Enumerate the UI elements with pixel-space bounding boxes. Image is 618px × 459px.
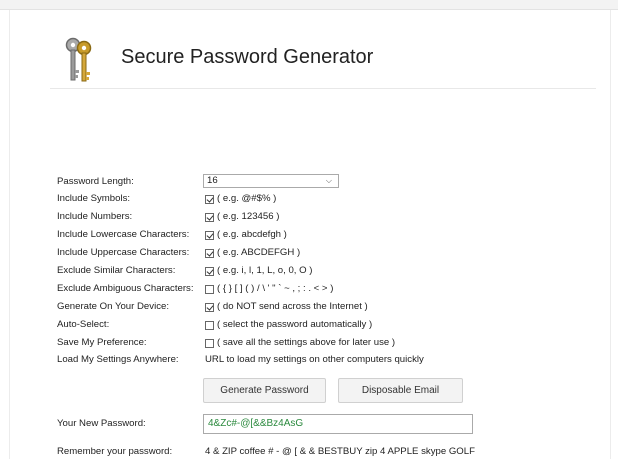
include-uppercase-hint: ( e.g. ABCDEFGH ) [217,247,301,258]
exclude-ambiguous-checkbox[interactable] [205,284,214,294]
page-title: Secure Password Generator [121,46,374,68]
new-password-field[interactable]: 4&Zc#-@[&&Bz4AsG [203,414,473,434]
exclude-similar-checkbox[interactable] [205,266,214,276]
password-length-label: Password Length: [57,176,134,187]
include-numbers-checkbox[interactable] [205,212,214,222]
keys-icon [62,36,98,84]
auto-select-label: Auto-Select: [57,319,110,330]
exclude-ambiguous-option: ( { } [ ] ( ) / \ ' " ` ~ , ; : . < > ) [205,282,333,296]
exclude-similar-hint: ( e.g. i, l, 1, L, o, 0, O ) [217,265,313,276]
save-preference-checkbox[interactable] [205,338,214,348]
chevron-down-icon: ⌵ [325,176,332,185]
load-settings-label: Load My Settings Anywhere: [57,354,179,365]
include-uppercase-label: Include Uppercase Characters: [57,247,190,258]
exclude-ambiguous-label: Exclude Ambiguous Characters: [57,283,194,294]
auto-select-option: ( select the password automatically ) [205,318,372,332]
include-lowercase-checkbox[interactable] [205,230,214,240]
include-numbers-option: ( e.g. 123456 ) [205,210,279,224]
generate-on-device-hint: ( do NOT send across the Internet ) [217,301,368,312]
generate-on-device-option: ( do NOT send across the Internet ) [205,300,368,314]
top-border [0,0,618,10]
include-uppercase-option: ( e.g. ABCDEFGH ) [205,246,300,260]
load-settings-link[interactable]: URL to load my settings on other compute… [205,353,424,367]
auto-select-hint: ( select the password automatically ) [217,319,373,330]
exclude-similar-label: Exclude Similar Characters: [57,265,176,276]
include-symbols-hint: ( e.g. @#$% ) [217,193,277,204]
generate-on-device-checkbox[interactable] [205,302,214,312]
auto-select-checkbox[interactable] [205,320,214,330]
include-lowercase-option: ( e.g. abcdefgh ) [205,228,287,242]
include-lowercase-label: Include Lowercase Characters: [57,229,190,240]
include-numbers-hint: ( e.g. 123456 ) [217,211,280,222]
password-length-select[interactable]: 16 ⌵ [203,174,339,188]
disposable-email-button[interactable]: Disposable Email [338,378,463,403]
save-preference-option: ( save all the settings above for later … [205,336,395,350]
include-numbers-label: Include Numbers: [57,211,133,222]
generate-password-button[interactable]: Generate Password [203,378,326,403]
page-header: Secure Password Generator [50,28,596,89]
include-symbols-option: ( e.g. @#$% ) [205,192,276,206]
include-uppercase-checkbox[interactable] [205,248,214,258]
save-preference-label: Save My Preference: [57,337,147,348]
save-preference-hint: ( save all the settings above for later … [217,337,396,348]
include-symbols-checkbox[interactable] [205,194,214,204]
generate-on-device-label: Generate On Your Device: [57,301,169,312]
remember-password-phrase: 4 & ZIP coffee # - @ [ & & BESTBUY zip 4… [205,446,475,457]
new-password-label: Your New Password: [57,418,146,429]
remember-password-label: Remember your password: [57,446,173,457]
include-lowercase-hint: ( e.g. abcdefgh ) [217,229,287,240]
exclude-similar-option: ( e.g. i, l, 1, L, o, 0, O ) [205,264,312,278]
password-length-value: 16 [207,175,218,186]
exclude-ambiguous-hint: ( { } [ ] ( ) / \ ' " ` ~ , ; : . < > ) [217,283,334,294]
include-symbols-label: Include Symbols: [57,193,131,204]
